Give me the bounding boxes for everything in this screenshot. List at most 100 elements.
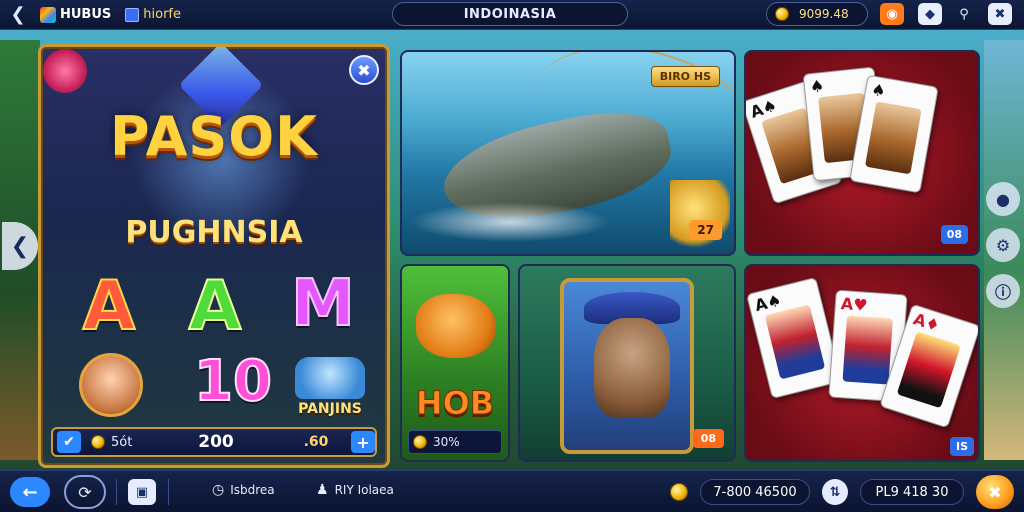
slot-reels: A A M 10 PANJINS bbox=[57, 263, 373, 429]
close-action-button[interactable]: ✖ bbox=[976, 475, 1014, 509]
diamond-button[interactable]: ◆ bbox=[918, 3, 942, 25]
refresh-icon: ⟳ bbox=[78, 482, 92, 502]
balance-display[interactable]: 9099.48 bbox=[766, 2, 868, 26]
region-title[interactable]: INDOINASIA bbox=[392, 2, 628, 26]
brand-logo-primary[interactable]: HUBUS bbox=[40, 6, 112, 23]
gift-icon: ◉ bbox=[886, 6, 898, 22]
divider bbox=[116, 479, 117, 505]
card-rank: A♥ bbox=[840, 294, 869, 315]
game-tile-bear[interactable]: 08 bbox=[518, 264, 736, 462]
divider bbox=[168, 479, 169, 505]
card-face-icon bbox=[864, 101, 922, 175]
brand-mark-icon bbox=[40, 6, 56, 23]
increase-bet-button[interactable]: + bbox=[351, 431, 375, 453]
game-stat-value: 30% bbox=[433, 435, 460, 449]
game-tile-fishing[interactable]: BIRO HS 27 bbox=[400, 50, 736, 256]
trash-icon: ▣ bbox=[135, 484, 149, 500]
home-button[interactable]: ← bbox=[10, 477, 50, 507]
game-tile-cards-bottom[interactable]: A♠ A♥ A♦ IS bbox=[744, 264, 980, 462]
refresh-button[interactable]: ⟳ bbox=[64, 475, 106, 509]
bear-mascot-icon bbox=[594, 318, 670, 418]
coin-icon bbox=[670, 483, 688, 501]
info-button[interactable]: ⓘ bbox=[986, 274, 1020, 308]
coin-icon bbox=[413, 435, 427, 449]
featured-game-card[interactable]: ✖ PASOK PUGHNSIA A A M 10 PANJINS ✔ 5ót … bbox=[38, 44, 390, 468]
game-stat-bar: 30% bbox=[408, 430, 502, 454]
trash-button[interactable]: ▣ bbox=[128, 479, 156, 505]
bet-bar: ✔ 5ót 200 .60 + bbox=[51, 427, 377, 457]
card-rank: A♦ bbox=[911, 309, 943, 336]
balance-value: 9099.48 bbox=[799, 7, 849, 21]
info-icon: ⓘ bbox=[994, 283, 1011, 302]
rose-icon bbox=[43, 49, 87, 93]
score-value: PL9 418 30 bbox=[875, 484, 949, 500]
users-icon: ♟ bbox=[316, 482, 329, 498]
nav-item-1-label: Isbdrea bbox=[230, 483, 275, 497]
total-value: 200 bbox=[198, 432, 234, 452]
card-face-icon bbox=[764, 304, 826, 380]
brand-secondary-name: hiorfe bbox=[143, 7, 181, 22]
fox-mascot-icon bbox=[416, 294, 496, 358]
back-button[interactable]: ❮ bbox=[4, 1, 32, 29]
featured-subtitle: PUGHNSIA bbox=[125, 215, 303, 250]
score-display: PL9 418 30 bbox=[860, 479, 964, 505]
card-face-icon bbox=[896, 331, 961, 409]
arrow-left-icon: ← bbox=[22, 481, 38, 503]
chevron-left-icon: ❮ bbox=[10, 233, 30, 259]
win-value: .60 bbox=[303, 434, 329, 450]
game-count-badge: 08 bbox=[692, 429, 724, 448]
check-icon: ✔ bbox=[63, 434, 75, 450]
game-tile-cards-top[interactable]: A♠ ♠ ♠ 08 bbox=[744, 50, 980, 256]
bottom-bar: ← ⟳ ▣ ◷ Isbdrea ♟ RIY Iolaea 7-800 46500… bbox=[0, 470, 1024, 512]
search-button[interactable]: ⚲ bbox=[952, 3, 976, 25]
search-icon: ⚲ bbox=[959, 6, 969, 22]
reel-symbol: A bbox=[82, 266, 137, 347]
history-icon: ◷ bbox=[212, 482, 225, 498]
swap-button[interactable]: ⇅ bbox=[822, 479, 848, 505]
playing-card: A♠ bbox=[746, 276, 842, 400]
game-title: HOB bbox=[415, 384, 495, 423]
gift-button[interactable]: ◉ bbox=[880, 3, 904, 25]
card-rank: ♠ bbox=[808, 75, 826, 97]
home-icon bbox=[125, 7, 140, 22]
diamond-icon: ◆ bbox=[925, 6, 935, 22]
game-count-badge: 08 bbox=[940, 225, 968, 244]
bet-value: 5ót bbox=[111, 434, 133, 450]
card-face-icon bbox=[842, 315, 893, 385]
nav-item-2-label: RIY Iolaea bbox=[334, 483, 394, 497]
chevron-left-icon: ❮ bbox=[10, 4, 26, 25]
plus-icon: + bbox=[356, 432, 370, 452]
confirm-button[interactable]: ✔ bbox=[57, 431, 81, 453]
symbol-label: PANJINS bbox=[298, 401, 362, 417]
coin-icon bbox=[775, 7, 789, 21]
coin-icon bbox=[91, 435, 105, 449]
close-icon: ✖ bbox=[357, 60, 371, 80]
cat-symbol-icon bbox=[295, 357, 365, 399]
swap-icon: ⇅ bbox=[829, 484, 841, 500]
location-pin-icon: ● bbox=[996, 189, 1010, 209]
card-rank: ♠ bbox=[869, 79, 888, 101]
reel-symbol: A bbox=[188, 266, 243, 347]
featured-title: PASOK bbox=[109, 105, 319, 168]
gear-icon: ⚙ bbox=[995, 235, 1011, 255]
close-icon: ✖ bbox=[988, 482, 1002, 502]
game-count-badge: IS bbox=[949, 437, 974, 456]
splash-decoration bbox=[410, 202, 610, 242]
close-icon: ✖ bbox=[994, 6, 1006, 22]
girl-symbol-icon bbox=[79, 353, 143, 417]
region-label: INDOINASIA bbox=[463, 6, 557, 22]
game-count-badge: 27 bbox=[689, 220, 722, 240]
game-tile-hob[interactable]: HOB 30% bbox=[400, 264, 510, 462]
close-button[interactable]: ✖ bbox=[988, 3, 1012, 25]
brand-name: HUBUS bbox=[60, 7, 112, 22]
reel-symbol: M bbox=[290, 266, 356, 342]
settings-button[interactable]: ⚙ bbox=[986, 228, 1020, 262]
jackpot-display: 7-800 46500 bbox=[700, 479, 810, 505]
location-button[interactable]: ● bbox=[986, 182, 1020, 216]
featured-close-button[interactable]: ✖ bbox=[349, 55, 379, 85]
reel-symbol: 10 bbox=[193, 348, 273, 415]
brand-logo-secondary[interactable]: hiorfe bbox=[125, 7, 181, 22]
nav-item-1[interactable]: ◷ Isbdrea bbox=[212, 482, 275, 498]
jackpot-value: 7-800 46500 bbox=[713, 484, 797, 500]
nav-item-2[interactable]: ♟ RIY Iolaea bbox=[316, 482, 394, 498]
